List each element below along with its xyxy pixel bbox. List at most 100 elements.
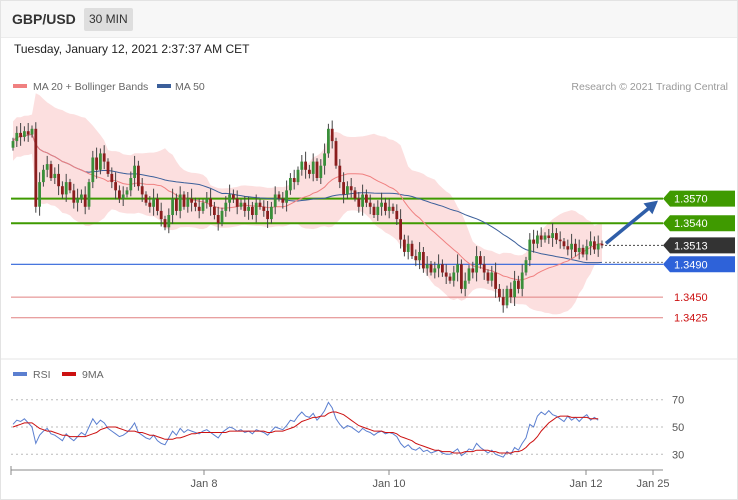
candle-body bbox=[361, 194, 364, 207]
candle-body bbox=[380, 202, 383, 207]
candle-body bbox=[600, 243, 604, 246]
candle-body bbox=[570, 243, 573, 250]
candle-body bbox=[197, 206, 201, 211]
candle-body bbox=[384, 202, 387, 211]
candle-body bbox=[99, 153, 102, 170]
candle-body bbox=[254, 202, 258, 215]
candle-body bbox=[273, 194, 277, 207]
candle-body bbox=[315, 161, 319, 178]
candle-body bbox=[209, 198, 212, 207]
candle-body bbox=[448, 276, 452, 281]
candle-body bbox=[201, 202, 205, 211]
time-axis-label: Jan 12 bbox=[569, 478, 602, 490]
candle-body bbox=[422, 252, 425, 269]
candle-body bbox=[467, 268, 471, 281]
candle-body bbox=[444, 272, 448, 277]
candle-body bbox=[323, 153, 326, 166]
rsi-legend: RSI 9MA bbox=[13, 369, 104, 381]
level-label-4: 1.3450 bbox=[674, 292, 708, 304]
candle-body bbox=[346, 186, 349, 195]
candle-body bbox=[72, 190, 76, 203]
rsi-ma9-line bbox=[12, 411, 599, 454]
rsi-lines bbox=[12, 401, 599, 458]
candle-body bbox=[19, 132, 22, 137]
candle-body bbox=[114, 182, 117, 191]
candle-body bbox=[441, 264, 444, 273]
level-label-1: 1.3540 bbox=[674, 218, 708, 230]
candle-body bbox=[159, 210, 163, 220]
candle-body bbox=[285, 190, 288, 203]
rsi-tick-label: 30 bbox=[672, 449, 684, 461]
time-axis-label: Jan 25 bbox=[636, 478, 669, 490]
candle-body bbox=[53, 173, 57, 178]
forecast-arrow bbox=[604, 200, 658, 245]
candle-body bbox=[247, 206, 250, 211]
candle-body bbox=[353, 190, 357, 199]
candle-body bbox=[216, 215, 220, 224]
level-label-5: 1.3425 bbox=[674, 313, 708, 325]
candle-body bbox=[593, 241, 596, 250]
candle-body bbox=[133, 165, 136, 178]
rsi-tick-label: 50 bbox=[672, 422, 684, 434]
candle-body bbox=[482, 264, 486, 273]
candle-body bbox=[399, 219, 402, 240]
candle-body bbox=[167, 215, 171, 228]
candle-body bbox=[372, 206, 376, 215]
candle-body bbox=[566, 246, 570, 250]
candle-body bbox=[251, 206, 254, 215]
candle-body bbox=[64, 182, 68, 195]
candle-body bbox=[319, 165, 323, 178]
candle-body bbox=[547, 235, 551, 238]
candle-body bbox=[349, 186, 353, 191]
candle-body bbox=[194, 202, 197, 207]
candle-body bbox=[304, 161, 307, 170]
level-label-3: 1.3490 bbox=[674, 259, 708, 271]
ma20-legend-swatch bbox=[13, 84, 27, 88]
candle-body bbox=[68, 182, 72, 191]
candle-body bbox=[61, 186, 64, 195]
candle-body bbox=[57, 173, 60, 187]
candle-body bbox=[11, 141, 15, 148]
credit-label: Research © 2021 Trading Central bbox=[571, 81, 728, 93]
time-axis: Jan 8 Jan 10 Jan 12 Jan 25 bbox=[10, 466, 670, 490]
candle-body bbox=[391, 206, 395, 211]
candle-body bbox=[91, 157, 95, 183]
candle-body bbox=[433, 268, 437, 273]
candle-body bbox=[555, 233, 558, 240]
time-axis-label: Jan 8 bbox=[191, 478, 218, 490]
candle-body bbox=[262, 206, 266, 211]
candle-body bbox=[140, 186, 144, 195]
candle-body bbox=[543, 235, 547, 240]
candle-body bbox=[76, 198, 79, 203]
time-axis-label: Jan 10 bbox=[372, 478, 405, 490]
candle-body bbox=[270, 206, 273, 220]
candle-body bbox=[577, 247, 581, 252]
candle-body bbox=[258, 202, 262, 207]
candle-body bbox=[205, 198, 209, 203]
candle-body bbox=[15, 132, 19, 142]
candle-body bbox=[558, 239, 562, 242]
candle-body bbox=[410, 243, 414, 257]
price-chart: MA 20 + Bollinger Bands MA 50 Research ©… bbox=[1, 81, 737, 490]
candle-body bbox=[87, 182, 91, 207]
candle-body bbox=[456, 264, 459, 273]
candle-body bbox=[95, 157, 98, 170]
candle-body bbox=[562, 241, 566, 247]
candle-body bbox=[532, 239, 535, 244]
candle-body bbox=[528, 239, 532, 261]
candle-body bbox=[596, 243, 600, 250]
candle-body bbox=[498, 288, 501, 298]
candle-body bbox=[243, 202, 247, 211]
candle-body bbox=[520, 272, 524, 289]
candle-body bbox=[536, 235, 539, 244]
candle-body bbox=[228, 194, 231, 203]
candle-body bbox=[175, 198, 178, 211]
candle-body bbox=[45, 164, 49, 170]
candle-body bbox=[437, 264, 440, 269]
rsi-grid: 70 50 30 bbox=[11, 395, 684, 461]
candle-body bbox=[144, 194, 148, 203]
candle-body bbox=[581, 247, 585, 255]
candle-body bbox=[501, 297, 505, 306]
candle-body bbox=[186, 198, 190, 207]
candle-body bbox=[574, 243, 577, 252]
